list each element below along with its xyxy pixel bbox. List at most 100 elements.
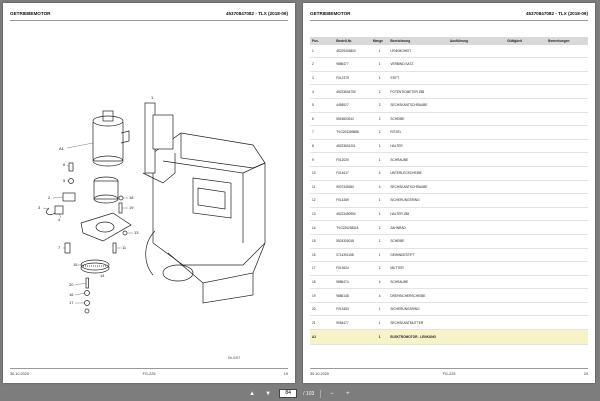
table-row: 17 F013624 1 MUTTER (310, 261, 588, 276)
table-row: 7 TVG203359888 1 RITZEL (310, 125, 588, 140)
cell-version (447, 275, 506, 290)
cell-order-no: 45223604750 (334, 84, 371, 99)
left-footer-page: 19 (283, 372, 288, 376)
table-row: 19 9886148 4 DREHSICHERSCHEIBE (310, 288, 588, 303)
cell-validity (505, 329, 547, 346)
callout-13: 13 (134, 230, 139, 235)
cell-order-no: 9886477 (334, 57, 371, 72)
cell-description: SECHSKANTSCHRAUBE (388, 180, 448, 195)
cell-qty: 1 (370, 71, 389, 86)
cell-pos: 18 (310, 275, 335, 290)
cell-qty: 1 (370, 248, 389, 263)
cell-version (447, 71, 506, 86)
cell-qty: 2 (370, 112, 389, 127)
next-page-icon[interactable]: ▼ (263, 389, 273, 398)
total-pages: / 103 (303, 390, 315, 397)
cell-validity (505, 302, 547, 317)
cell-order-no (334, 329, 371, 346)
footer-rule (310, 368, 588, 369)
cell-remarks (546, 44, 588, 59)
cell-validity (505, 193, 547, 208)
callout-5: 5 (63, 178, 66, 183)
cell-validity (505, 166, 547, 181)
cell-remarks (546, 180, 588, 195)
cell-description: ZAHNRAD (388, 220, 448, 235)
cell-description: VERBIND.SATZ (388, 57, 448, 72)
cell-order-no: 9886148 (334, 288, 371, 303)
cell-pos: A1 (310, 329, 335, 346)
cell-pos: 21 (310, 315, 335, 331)
parts-table-header: Pos. Bestell-Nr. Menge Bezeichnung Ausfü… (310, 37, 588, 45)
cell-validity (505, 152, 547, 167)
cell-pos: 13 (310, 207, 335, 222)
table-row: 11 9007345350 4 SECHSKANTSCHRAUBE (310, 180, 588, 195)
col-remarks: Bemerkungen (546, 37, 588, 45)
cell-version (447, 315, 506, 331)
callout-1: 1 (151, 95, 154, 100)
cell-version (447, 180, 506, 195)
cell-remarks (546, 220, 588, 235)
cell-description: LENKMOHEIT (388, 44, 448, 59)
cell-version (447, 220, 506, 235)
cell-order-no: F012020 (334, 152, 371, 167)
col-version: Ausführung (447, 37, 506, 45)
cell-pos: 5 (310, 98, 335, 113)
cell-order-no: 4455927 (334, 98, 371, 113)
col-pos: Pos. (310, 37, 335, 45)
cell-remarks (546, 234, 588, 249)
table-row: 5 4455927 2 SECHSKANTSCHRAUBE (310, 98, 588, 113)
cell-validity (505, 275, 547, 290)
callout-17: 17 (69, 300, 74, 305)
cell-order-no: F013453 (334, 302, 371, 317)
cell-version (447, 261, 506, 276)
cell-qty: 1 (370, 57, 389, 72)
callout-11: 11 (122, 245, 127, 250)
callout-18: 18 (129, 195, 134, 200)
zoom-out-icon[interactable]: − (327, 389, 337, 398)
cell-description: UNTERLEGSCHEIBE (388, 166, 448, 181)
cell-description: SCHRAUBE (388, 152, 448, 167)
callout-16: 16 (69, 292, 74, 297)
cell-pos: 12 (310, 193, 335, 208)
cell-qty: 1 (370, 234, 389, 249)
exploded-parts-drawing: A1 6 5 2 3 4 7 15 20 16 17 18 19 13 11 1… (38, 95, 266, 314)
cell-pos: 17 (310, 261, 335, 276)
cell-remarks (546, 98, 588, 113)
callout-14: 14 (100, 273, 105, 278)
cell-remarks (546, 275, 588, 290)
page-number-input[interactable]: 84 (279, 389, 298, 398)
cell-pos: 14 (310, 220, 335, 235)
cell-validity (505, 139, 547, 154)
cell-qty: 1 (370, 302, 389, 317)
callout-7: 7 (58, 245, 61, 250)
callout-3: 3 (38, 205, 41, 210)
cell-validity (505, 112, 547, 127)
cell-qty: 4 (370, 275, 389, 290)
right-footer-page: 20 (583, 372, 588, 376)
cell-remarks (546, 152, 588, 167)
table-row: 21 9064477 1 SECHSKANTMUTTER (310, 315, 588, 331)
previous-page-icon[interactable]: ▲ (247, 389, 257, 398)
cell-qty: 1 (370, 220, 389, 235)
cell-validity (505, 207, 547, 222)
cell-qty: 1 (370, 139, 389, 154)
table-row: 6 5515803912 2 SCHEIBE (310, 112, 588, 127)
zoom-in-icon[interactable]: + (343, 389, 353, 398)
cell-remarks (546, 112, 588, 127)
cell-validity (505, 220, 547, 235)
cell-version (447, 193, 506, 208)
cell-validity (505, 315, 547, 331)
cell-pos: 3 (310, 71, 335, 86)
cell-pos: 1 (310, 44, 335, 59)
cell-remarks (546, 139, 588, 154)
right-footer-code: FG-225 (442, 372, 456, 376)
cell-validity (505, 57, 547, 72)
table-row: 3 F012379 1 STIFT (310, 71, 588, 86)
table-row: 2 9886477 1 VERBIND.SATZ (310, 57, 588, 72)
cell-order-no: 9886474 (334, 275, 371, 290)
cell-order-no: 0714391158 (334, 248, 371, 263)
cell-version (447, 44, 506, 59)
cell-version (447, 125, 506, 140)
cell-version (447, 248, 506, 263)
table-row: 14 TVG226258118 1 ZAHNRAD (310, 220, 588, 235)
